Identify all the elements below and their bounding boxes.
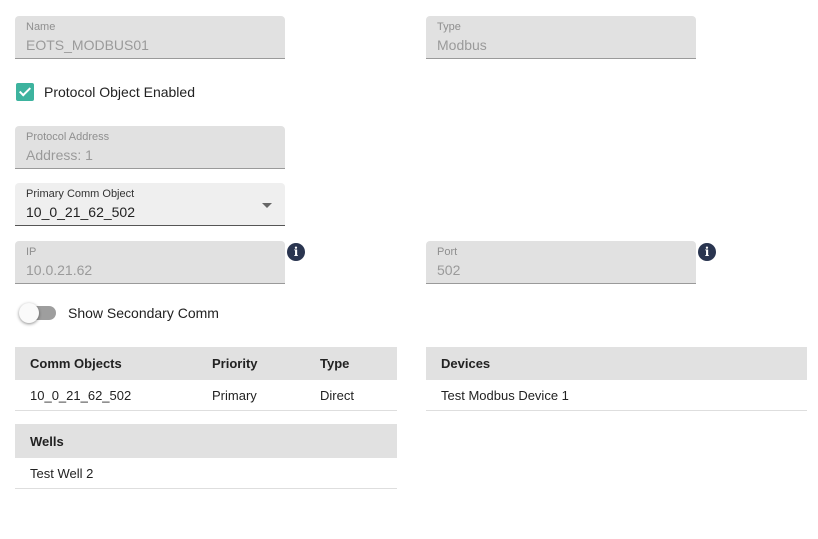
type-field-label: Type	[437, 21, 461, 33]
port-field-label: Port	[437, 246, 458, 258]
name-field-label: Name	[26, 21, 56, 33]
ip-field: IP 10.0.21.62	[15, 241, 285, 284]
name-field: Name EOTS_MODBUS01	[15, 16, 285, 59]
secondary-comm-toggle-row[interactable]: Show Secondary Comm	[19, 303, 219, 323]
device-cell: Test Modbus Device 1	[441, 387, 569, 403]
table-row[interactable]: 10_0_21_62_502 Primary Direct	[15, 380, 397, 411]
devices-header-row: Devices	[426, 347, 807, 380]
type-field: Type Modbus	[426, 16, 696, 59]
port-info-icon[interactable]: i	[698, 243, 716, 261]
protocol-address-field: Protocol Address Address: 1	[15, 126, 285, 169]
type-cell: Direct	[320, 387, 354, 403]
comm-objects-table: Comm Objects Priority Type 10_0_21_62_50…	[15, 347, 397, 411]
toggle-thumb	[19, 303, 39, 323]
priority-cell: Primary	[212, 387, 257, 403]
type-column-header[interactable]: Type	[305, 356, 397, 371]
priority-column-header[interactable]: Priority	[197, 356, 305, 371]
ip-info-icon[interactable]: i	[287, 243, 305, 261]
type-field-value: Modbus	[437, 37, 487, 53]
comm-object-cell: 10_0_21_62_502	[30, 387, 132, 403]
table-row[interactable]: Test Well 2	[15, 458, 397, 489]
primary-comm-value: 10_0_21_62_502	[26, 204, 136, 220]
protocol-address-value: Address: 1	[26, 147, 93, 163]
devices-column-header[interactable]: Devices	[426, 356, 807, 371]
protocol-enabled-row[interactable]: Protocol Object Enabled	[16, 83, 195, 101]
wells-header-row: Wells	[15, 424, 397, 458]
primary-comm-select[interactable]: Primary Comm Object 10_0_21_62_502	[15, 183, 285, 226]
ip-field-label: IP	[26, 246, 37, 258]
secondary-comm-toggle[interactable]	[19, 303, 56, 323]
comm-objects-header-row: Comm Objects Priority Type	[15, 347, 397, 380]
secondary-comm-label: Show Secondary Comm	[68, 305, 219, 321]
well-cell: Test Well 2	[30, 465, 94, 481]
ip-field-value: 10.0.21.62	[26, 262, 93, 278]
comm-objects-column-header[interactable]: Comm Objects	[15, 356, 197, 371]
chevron-down-icon[interactable]	[262, 203, 272, 208]
port-field: Port 502	[426, 241, 696, 284]
wells-table: Wells Test Well 2	[15, 424, 397, 489]
protocol-enabled-label: Protocol Object Enabled	[44, 84, 195, 100]
wells-column-header[interactable]: Wells	[15, 434, 397, 449]
primary-comm-label: Primary Comm Object	[26, 188, 135, 200]
table-row[interactable]: Test Modbus Device 1	[426, 380, 807, 411]
name-field-value: EOTS_MODBUS01	[26, 37, 149, 53]
protocol-address-label: Protocol Address	[26, 131, 110, 143]
port-field-value: 502	[437, 262, 461, 278]
protocol-enabled-checkbox[interactable]	[16, 83, 34, 101]
devices-table: Devices Test Modbus Device 1	[426, 347, 807, 411]
